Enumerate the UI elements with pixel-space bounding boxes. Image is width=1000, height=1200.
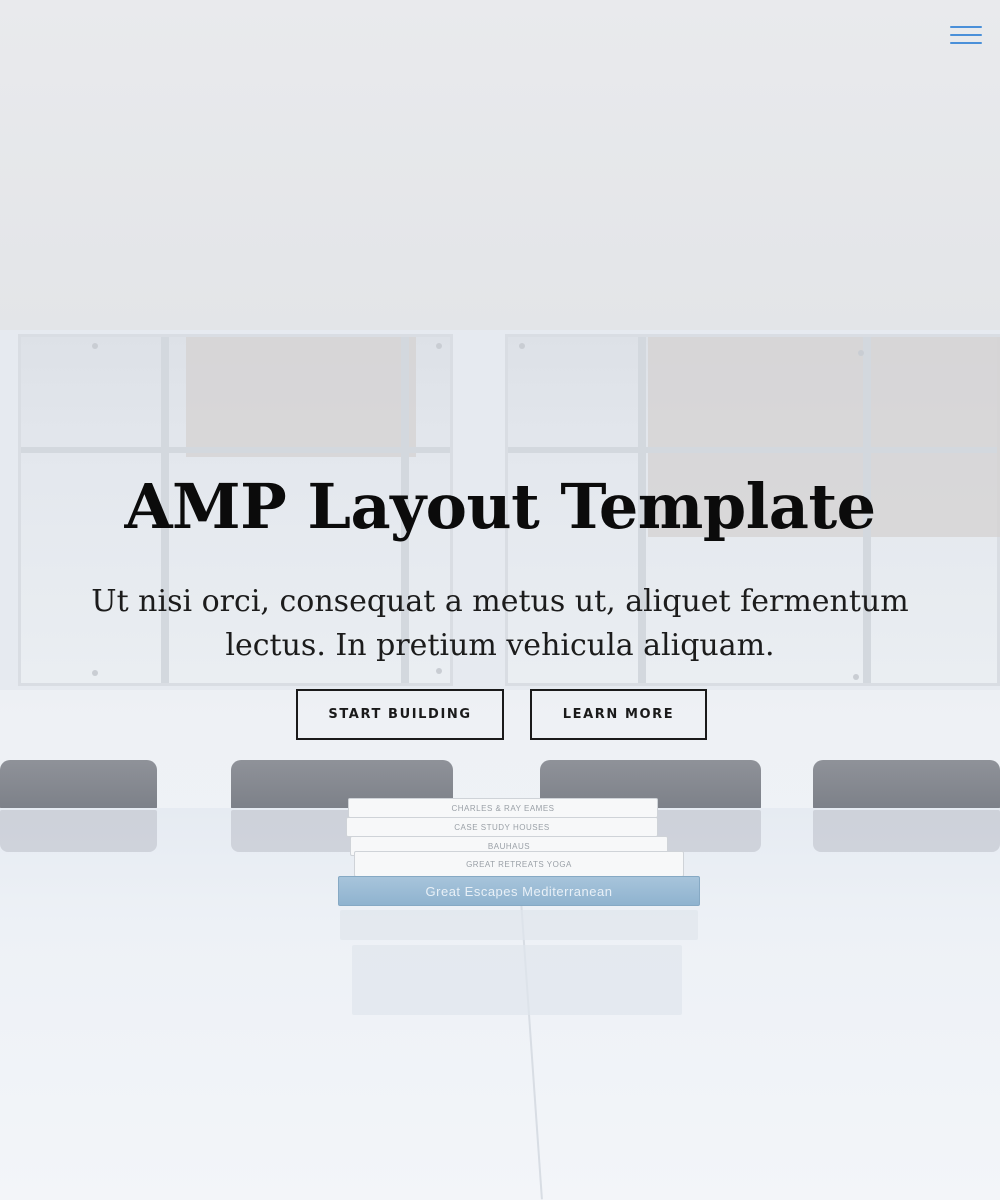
background-book: CHARLES & RAY EAMES <box>348 798 658 818</box>
background-chair <box>0 760 157 810</box>
page-title: AMP Layout Template <box>124 470 876 543</box>
background-chair <box>813 760 1000 810</box>
hero-subtitle: Ut nisi orci, consequat a metus ut, aliq… <box>91 584 909 663</box>
background-book: Great Escapes Mediterranean <box>338 876 700 906</box>
background-book: GREAT RETREATS YOGA <box>354 851 684 877</box>
start-building-button[interactable]: START BUILDING <box>296 689 504 740</box>
hero-section: CHARLES & RAY EAMES CASE STUDY HOUSES BA… <box>0 0 1000 1200</box>
background-ceiling <box>0 0 1000 330</box>
background-book: CASE STUDY HOUSES <box>346 817 658 837</box>
hamburger-menu-icon[interactable] <box>950 24 982 46</box>
learn-more-button[interactable]: LEARN MORE <box>530 689 707 740</box>
